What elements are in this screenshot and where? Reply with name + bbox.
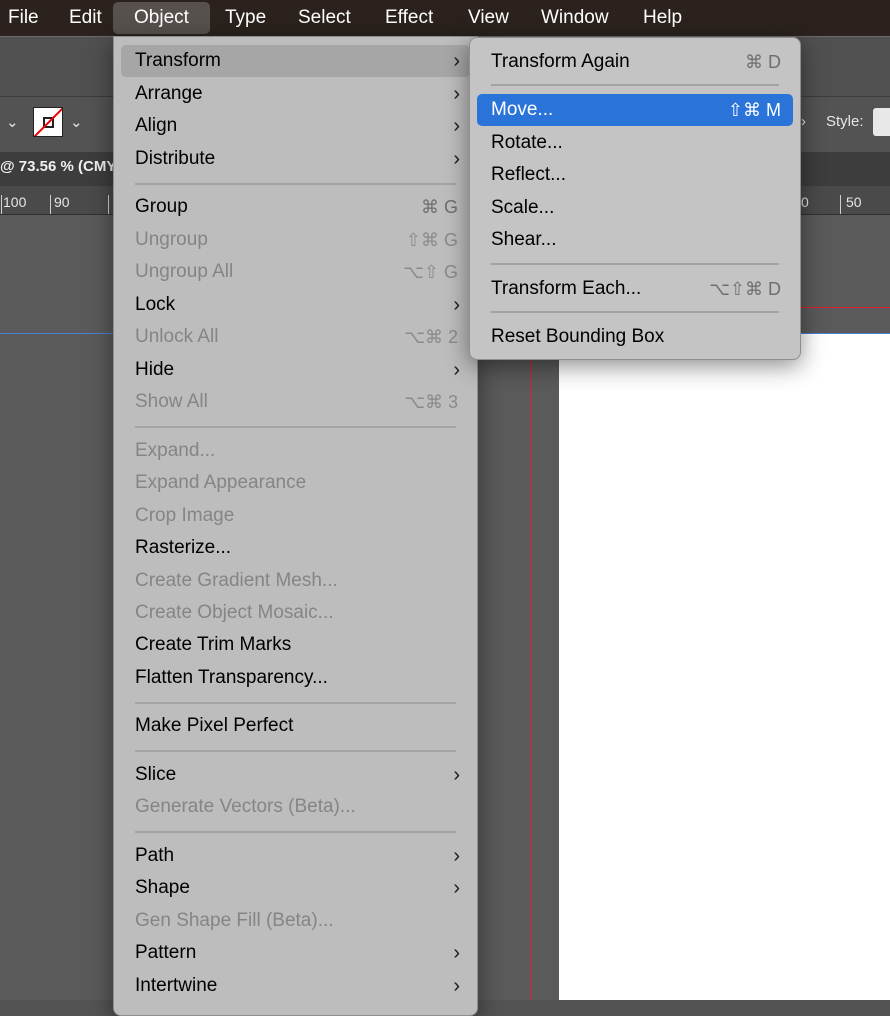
stroke-swatch[interactable] <box>33 107 63 137</box>
menu-object[interactable]: Object <box>113 2 210 34</box>
menu-separator <box>491 311 779 313</box>
ruler-tick <box>840 195 841 214</box>
menu-item-group[interactable]: Group ⌘ G <box>121 191 470 223</box>
menu-window[interactable]: Window <box>541 0 609 36</box>
menu-item-reset-bounding-box[interactable]: Reset Bounding Box <box>477 321 793 353</box>
menu-separator <box>491 84 779 86</box>
selection-guide-line <box>800 333 890 334</box>
ruler-label: 90 <box>54 194 70 210</box>
artboard[interactable] <box>559 333 890 1000</box>
object-menu: Transform › Arrange › Align › Distribute… <box>113 36 478 1016</box>
menu-edit[interactable]: Edit <box>69 0 102 36</box>
none-slash-icon <box>34 108 62 136</box>
menu-item-shape[interactable]: Shape › <box>121 872 470 904</box>
menu-separator <box>135 702 456 704</box>
selection-guide-line <box>0 333 114 334</box>
menu-item-slice[interactable]: Slice › <box>121 759 470 791</box>
chevron-right-icon: › <box>453 764 460 786</box>
chevron-right-icon: › <box>453 115 460 137</box>
menu-item-rotate[interactable]: Rotate... <box>477 127 793 159</box>
ruler-label: 50 <box>846 194 862 210</box>
menu-item-lock[interactable]: Lock › <box>121 289 470 321</box>
fill-dropdown-chevron-icon[interactable]: ⌄ <box>6 113 19 131</box>
chevron-right-icon: › <box>453 148 460 170</box>
chevron-right-icon: › <box>453 359 460 381</box>
transform-submenu: Transform Again ⌘ D Move... ⇧⌘ M Rotate.… <box>469 37 801 360</box>
stroke-dropdown-chevron-icon[interactable]: ⌄ <box>70 113 83 131</box>
menu-item-expand-appearance: Expand Appearance <box>135 472 307 493</box>
menu-item-unlock-all: Unlock All ⌥⌘ 2 <box>135 326 458 347</box>
ruler-tick <box>108 195 109 214</box>
chevron-right-icon: › <box>453 975 460 997</box>
menu-item-arrange[interactable]: Arrange › <box>121 78 470 110</box>
menu-item-create-object-mosaic: Create Object Mosaic... <box>135 602 334 623</box>
chevron-right-icon: › <box>453 845 460 867</box>
menu-type[interactable]: Type <box>225 0 266 36</box>
menu-item-pattern[interactable]: Pattern › <box>121 937 470 969</box>
menu-view[interactable]: View <box>468 0 509 36</box>
chevron-right-icon: › <box>453 294 460 316</box>
menu-item-move[interactable]: Move... ⇧⌘ M <box>477 94 793 126</box>
menu-item-gen-shape-fill: Gen Shape Fill (Beta)... <box>135 910 334 931</box>
menu-item-ungroup: Ungroup ⇧⌘ G <box>135 229 458 250</box>
style-swatch[interactable] <box>873 108 890 136</box>
menu-effect[interactable]: Effect <box>385 0 433 36</box>
ruler-tick <box>50 195 51 214</box>
menu-item-make-pixel-perfect[interactable]: Make Pixel Perfect <box>121 710 470 742</box>
menu-help[interactable]: Help <box>643 0 682 36</box>
chevron-right-icon: › <box>453 83 460 105</box>
menu-item-rasterize[interactable]: Rasterize... <box>121 532 470 564</box>
menu-item-show-all: Show All ⌥⌘ 3 <box>135 391 458 412</box>
menu-item-transform-each[interactable]: Transform Each... ⌥⇧⌘ D <box>477 273 793 305</box>
menu-item-expand: Expand... <box>135 440 216 461</box>
menu-separator <box>135 750 456 752</box>
chevron-right-icon[interactable]: › <box>801 113 806 130</box>
menu-item-transform-again[interactable]: Transform Again ⌘ D <box>477 46 793 78</box>
bleed-guide-vertical <box>530 300 531 1000</box>
menu-item-shear[interactable]: Shear... <box>477 224 793 256</box>
menu-item-crop-image: Crop Image <box>135 505 235 526</box>
menu-file[interactable]: File <box>8 0 39 36</box>
menu-bar: File Edit Object Type Select Effect View… <box>0 0 890 36</box>
menu-item-distribute[interactable]: Distribute › <box>121 143 470 175</box>
menu-item-flatten-transparency[interactable]: Flatten Transparency... <box>121 662 470 694</box>
menu-item-hide[interactable]: Hide › <box>121 354 470 386</box>
menu-item-generate-vectors: Generate Vectors (Beta)... <box>135 796 356 817</box>
style-label: Style: <box>826 113 864 130</box>
chevron-right-icon: › <box>453 877 460 899</box>
ruler-tick <box>1 195 2 214</box>
menu-item-ungroup-all: Ungroup All ⌥⇧ G <box>135 261 458 282</box>
menu-separator <box>135 183 456 185</box>
menu-separator <box>135 426 456 428</box>
ruler-label: 0 <box>801 194 809 210</box>
menu-item-intertwine[interactable]: Intertwine › <box>121 970 470 1002</box>
menu-item-scale[interactable]: Scale... <box>477 192 793 224</box>
document-tab-title[interactable]: @ 73.56 % (CMY <box>0 158 116 175</box>
menu-item-path[interactable]: Path › <box>121 840 470 872</box>
menu-item-create-trim-marks[interactable]: Create Trim Marks <box>121 629 470 661</box>
menu-item-transform[interactable]: Transform › <box>121 45 470 77</box>
menu-select[interactable]: Select <box>298 0 351 36</box>
chevron-right-icon: › <box>453 942 460 964</box>
ruler-label: 100 <box>3 194 27 210</box>
menu-item-align[interactable]: Align › <box>121 110 470 142</box>
menu-item-reflect[interactable]: Reflect... <box>477 159 793 191</box>
menu-item-create-gradient-mesh: Create Gradient Mesh... <box>135 570 338 591</box>
chevron-right-icon: › <box>453 50 460 72</box>
menu-separator <box>135 831 456 833</box>
menu-separator <box>491 263 779 265</box>
